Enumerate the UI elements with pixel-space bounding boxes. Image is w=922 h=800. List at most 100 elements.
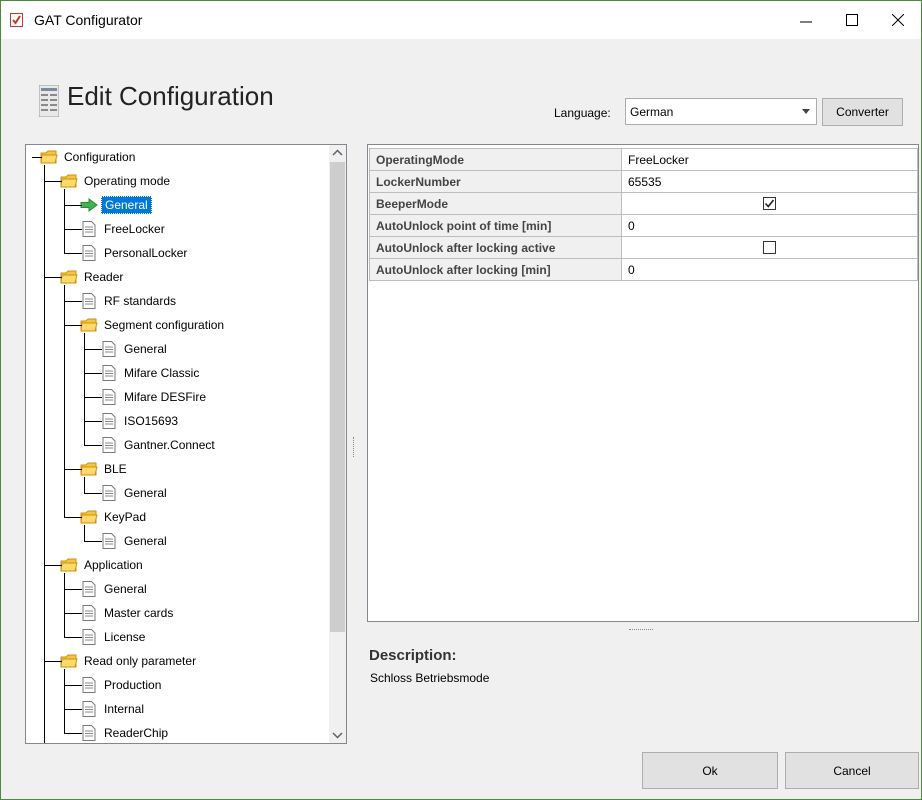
tree-node[interactable]: RF standards bbox=[80, 291, 179, 311]
property-table: OperatingMode FreeLocker LockerNumber 65535… bbox=[369, 148, 918, 281]
property-row[interactable]: OperatingMode FreeLocker bbox=[369, 148, 918, 171]
property-value[interactable]: 65535 bbox=[621, 170, 918, 193]
tree-connector bbox=[64, 253, 82, 254]
tree-node-label: BLE bbox=[104, 462, 127, 476]
checkmark-icon bbox=[764, 199, 775, 208]
folder-icon bbox=[60, 173, 78, 189]
scrollbar-thumb[interactable] bbox=[330, 162, 345, 632]
tree-node[interactable]: Segment configuration bbox=[80, 315, 227, 335]
tree-node[interactable]: General bbox=[100, 483, 170, 503]
property-row[interactable]: BeeperMode bbox=[369, 192, 918, 215]
tree-node-label: Mifare DESFire bbox=[124, 390, 207, 404]
property-value[interactable]: 0 bbox=[621, 214, 918, 237]
maximize-button[interactable] bbox=[829, 1, 875, 39]
tree-node[interactable]: Internal bbox=[80, 699, 147, 719]
folder-icon bbox=[80, 317, 98, 333]
tree-node[interactable]: FreeLocker bbox=[80, 219, 168, 239]
tree-connector bbox=[64, 205, 82, 206]
tree-node-label: Application bbox=[84, 558, 143, 572]
configuration-document-icon bbox=[39, 85, 59, 117]
tree-connector bbox=[64, 285, 65, 517]
tree-node[interactable]: Operating mode bbox=[60, 171, 173, 191]
language-select[interactable]: German bbox=[625, 98, 817, 125]
tree-node[interactable]: Mifare DESFire bbox=[100, 387, 209, 407]
cancel-button[interactable]: Cancel bbox=[785, 752, 919, 789]
tree-node[interactable]: Master cards bbox=[80, 603, 176, 623]
tree-connector bbox=[44, 165, 45, 743]
converter-button[interactable]: Converter bbox=[822, 98, 903, 126]
ok-button[interactable]: Ok bbox=[642, 752, 778, 789]
tree-node[interactable]: ReaderChip bbox=[80, 723, 171, 743]
tree-node-label: PersonalLocker bbox=[104, 246, 188, 260]
tree-node[interactable]: General bbox=[100, 531, 170, 551]
tree-node[interactable]: Read only parameter bbox=[60, 651, 199, 671]
document-icon bbox=[80, 629, 98, 645]
document-icon bbox=[80, 245, 98, 261]
property-value[interactable]: 0 bbox=[621, 258, 918, 281]
tree-node[interactable]: Reader bbox=[60, 267, 126, 287]
tree-scrollbar[interactable] bbox=[329, 145, 346, 743]
tree-node[interactable]: General bbox=[80, 195, 152, 215]
document-icon bbox=[80, 293, 98, 309]
tree-node[interactable]: PersonalLocker bbox=[80, 243, 190, 263]
tree-node[interactable]: License bbox=[80, 627, 148, 647]
tree-content: Configuration Operating mode General FreeLo… bbox=[26, 145, 330, 743]
tree-node[interactable]: Production bbox=[80, 675, 164, 695]
window-title: GAT Configurator bbox=[34, 12, 143, 28]
horizontal-splitter[interactable] bbox=[629, 629, 653, 632]
tree-node[interactable]: General bbox=[100, 339, 170, 359]
folder-icon bbox=[60, 653, 78, 669]
property-row[interactable]: AutoUnlock after locking [min] 0 bbox=[369, 258, 918, 281]
tree-node[interactable]: KeyPad bbox=[80, 507, 149, 527]
folder-icon bbox=[40, 149, 58, 165]
description-title: Description: bbox=[369, 647, 457, 664]
minimize-button[interactable] bbox=[783, 1, 829, 39]
document-icon bbox=[80, 605, 98, 621]
tree-node-label: RF standards bbox=[104, 294, 177, 308]
title-bar[interactable]: GAT Configurator bbox=[1, 1, 921, 39]
tree-node[interactable]: Configuration bbox=[40, 147, 138, 167]
property-row[interactable]: AutoUnlock point of time [min] 0 bbox=[369, 214, 918, 237]
property-name: AutoUnlock point of time [min] bbox=[369, 214, 622, 237]
tree-connector bbox=[64, 637, 82, 638]
tree-node[interactable]: BLE bbox=[80, 459, 130, 479]
tree-node[interactable]: Mifare Classic bbox=[100, 363, 202, 383]
close-button[interactable] bbox=[875, 1, 921, 39]
property-value[interactable] bbox=[621, 236, 918, 259]
tree-node[interactable]: ISO15693 bbox=[100, 411, 181, 431]
tree-node-label: General bbox=[101, 196, 152, 214]
document-icon bbox=[80, 701, 98, 717]
folder-icon bbox=[80, 461, 98, 477]
property-value[interactable]: FreeLocker bbox=[621, 148, 918, 171]
vertical-splitter[interactable] bbox=[353, 437, 356, 457]
property-name: OperatingMode bbox=[369, 148, 622, 171]
property-checkbox[interactable] bbox=[763, 241, 776, 254]
tree-connector bbox=[44, 565, 62, 566]
tree-connector bbox=[64, 685, 82, 686]
tree-node[interactable]: Gantner.Connect bbox=[100, 435, 218, 455]
property-name: BeeperMode bbox=[369, 192, 622, 215]
document-icon bbox=[80, 725, 98, 741]
configuration-tree[interactable]: Configuration Operating mode General FreeLo… bbox=[25, 144, 347, 744]
property-name: AutoUnlock after locking active bbox=[369, 236, 622, 259]
tree-connector bbox=[64, 325, 82, 326]
tree-connector bbox=[44, 661, 62, 662]
tree-connector bbox=[84, 477, 85, 493]
tree-node-label: Mifare Classic bbox=[124, 366, 200, 380]
property-name: LockerNumber bbox=[369, 170, 622, 193]
tree-node-label: General bbox=[124, 342, 167, 356]
property-checkbox[interactable] bbox=[763, 197, 776, 210]
tree-node[interactable]: Application bbox=[60, 555, 146, 575]
property-row[interactable]: LockerNumber 65535 bbox=[369, 170, 918, 193]
document-icon bbox=[100, 437, 118, 453]
property-value[interactable] bbox=[621, 192, 918, 215]
page-title: Edit Configuration bbox=[67, 81, 274, 111]
tree-node-label: License bbox=[104, 630, 146, 644]
tree-node[interactable]: General bbox=[80, 579, 150, 599]
scroll-up-icon[interactable] bbox=[329, 145, 346, 162]
scroll-down-icon[interactable] bbox=[329, 726, 346, 743]
property-row[interactable]: AutoUnlock after locking active bbox=[369, 236, 918, 259]
document-icon bbox=[100, 485, 118, 501]
property-grid[interactable]: OperatingMode FreeLocker LockerNumber 65535… bbox=[367, 144, 919, 622]
document-icon bbox=[100, 533, 118, 549]
